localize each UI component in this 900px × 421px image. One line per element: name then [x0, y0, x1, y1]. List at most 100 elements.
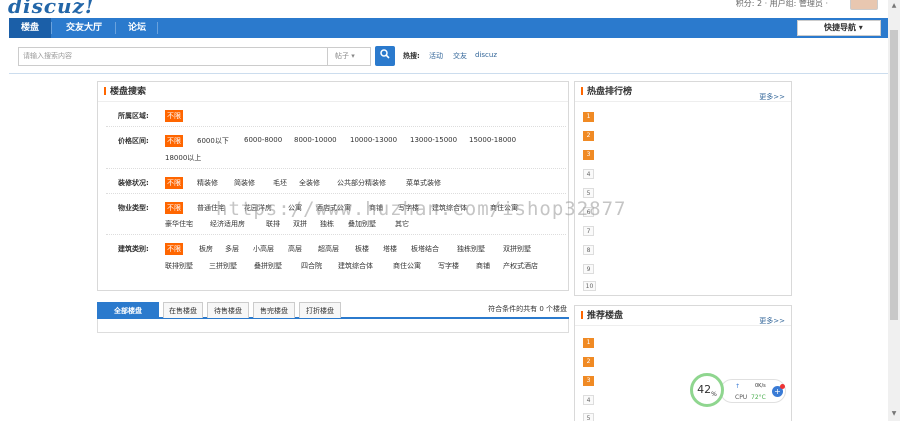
filter-option[interactable]: 双拼	[293, 219, 307, 229]
filter-option[interactable]: 18000以上	[165, 153, 201, 163]
more-link[interactable]: 更多>>	[759, 87, 785, 107]
filter-option[interactable]: 公共部分精装修	[337, 178, 386, 188]
filter-label-decoration: 装修状况:	[118, 179, 149, 187]
filter-option[interactable]: 高层	[288, 244, 302, 254]
filter-option[interactable]: 8000-10000	[294, 136, 337, 144]
cpu-percent: 42	[697, 383, 712, 396]
filter-panel-title: 楼盘搜索	[98, 82, 568, 102]
filter-option[interactable]: 超高层	[318, 244, 339, 254]
filter-option[interactable]: 板房	[199, 244, 213, 254]
filter-option[interactable]: 13000-15000	[410, 136, 457, 144]
avatar[interactable]	[850, 0, 878, 10]
rank-badge: 9	[583, 264, 594, 274]
filter-option[interactable]: 不限	[165, 135, 183, 147]
filter-option[interactable]: 联排	[266, 219, 280, 229]
filter-option[interactable]: 独栋别墅	[457, 244, 485, 254]
tab-sold-out[interactable]: 售完楼盘	[253, 302, 295, 318]
scroll-down-icon[interactable]: ▼	[890, 410, 898, 418]
search-button[interactable]	[375, 46, 395, 66]
filter-option[interactable]: 双拼别墅	[503, 244, 531, 254]
filter-option[interactable]: 塔楼	[383, 244, 397, 254]
filter-option[interactable]: 经济适用房	[210, 219, 245, 229]
nav-divider	[51, 22, 52, 34]
hot-search-link[interactable]: discuz	[475, 51, 497, 59]
page: discuz! 积分: 2 · 用户组: 管理员 · 楼盘 交友大厅 论坛 快捷…	[0, 0, 900, 421]
listing-tabs: 全部楼盘 在售楼盘 待售楼盘 售完楼盘 打折楼盘 符合条件的共有 0 个楼盘	[97, 302, 569, 319]
hot-search-link[interactable]: 活动	[429, 51, 443, 61]
cpu-card: ↑ 0K/s CPU 72°C +	[720, 379, 786, 403]
title-marker	[104, 87, 106, 95]
search-type-select[interactable]: 帖子 ▾	[327, 47, 371, 66]
filter-option[interactable]: 毛坯	[273, 178, 287, 188]
filter-option[interactable]: 商住公寓	[393, 261, 421, 271]
main-nav: 楼盘 交友大厅 论坛 快捷导航 ▾	[9, 18, 889, 38]
filter-option[interactable]: 菜单式装修	[406, 178, 441, 188]
filter-label-property: 物业类型:	[118, 204, 149, 212]
filter-option[interactable]: 独栋	[320, 219, 334, 229]
filter-option[interactable]: 板塔结合	[411, 244, 439, 254]
tab-discount[interactable]: 打折楼盘	[299, 302, 341, 318]
hot-rank-panel: 热盘排行榜 更多>> 1 2 3 4 5 6 7 8 9 10	[574, 81, 792, 296]
filter-option[interactable]: 建筑综合体	[338, 261, 373, 271]
filter-option[interactable]: 15000-18000	[469, 136, 516, 144]
filter-option[interactable]: 不限	[165, 110, 183, 122]
filter-option[interactable]: 产权式酒店	[503, 261, 538, 271]
scroll-thumb[interactable]	[890, 30, 898, 320]
nav-item-forum[interactable]: 论坛	[117, 18, 157, 38]
site-logo[interactable]: discuz!	[8, 0, 95, 18]
filter-option[interactable]: 不限	[165, 177, 183, 189]
filter-option[interactable]: 全装修	[299, 178, 320, 188]
search-input[interactable]: 请输入搜索内容	[18, 47, 328, 66]
cpu-monitor-widget[interactable]: ↑ 0K/s CPU 72°C + 42%	[690, 373, 788, 407]
search-icon	[380, 49, 390, 59]
filter-option[interactable]: 豪华住宅	[165, 219, 193, 229]
filter-label-price: 价格区间:	[118, 137, 149, 145]
user-info[interactable]: 积分: 2 · 用户组: 管理员 ·	[736, 0, 828, 9]
nav-item-jiaoyou[interactable]: 交友大厅	[53, 18, 115, 38]
hot-search-link[interactable]: 交友	[453, 51, 467, 61]
scroll-up-icon[interactable]: ▲	[890, 2, 898, 10]
rank-badge: 5	[583, 188, 594, 198]
search-type-value: 帖子	[335, 52, 349, 60]
filter-option[interactable]: 商铺	[476, 261, 490, 271]
filter-option[interactable]: 板楼	[355, 244, 369, 254]
filter-option[interactable]: 小高层	[253, 244, 274, 254]
filter-option[interactable]: 不限	[165, 202, 183, 214]
filter-option[interactable]: 6000-8000	[244, 136, 282, 144]
filter-option[interactable]: 简装修	[234, 178, 255, 188]
quick-nav-label: 快捷导航	[824, 23, 856, 32]
filter-option[interactable]: 联排别墅	[165, 261, 193, 271]
net-speed: 0K/s	[755, 383, 766, 389]
filter-option[interactable]: 四合院	[301, 261, 322, 271]
filter-option[interactable]: 叠加别墅	[348, 219, 376, 229]
tab-on-sale[interactable]: 在售楼盘	[163, 302, 203, 318]
filter-option[interactable]: 写字楼	[438, 261, 459, 271]
rank-badge: 2	[583, 131, 594, 141]
more-link[interactable]: 更多>>	[759, 311, 785, 331]
result-count: 符合条件的共有 0 个楼盘	[488, 305, 567, 313]
filter-option[interactable]: 多层	[225, 244, 239, 254]
cpu-percent-unit: %	[711, 391, 717, 399]
row-divider	[106, 234, 566, 235]
notification-dot	[780, 384, 785, 389]
filter-option[interactable]: 三拼别墅	[209, 261, 237, 271]
filter-option[interactable]: 精装修	[197, 178, 218, 188]
search-bar: 请输入搜索内容 帖子 ▾ 热搜: 活动 交友 discuz	[9, 40, 889, 74]
filter-panel: 楼盘搜索 所属区域: 不限 价格区间: 不限 6000以下 6000-8000 …	[97, 81, 569, 291]
filter-option[interactable]: 叠拼别墅	[254, 261, 282, 271]
tab-pre-sale[interactable]: 待售楼盘	[207, 302, 249, 318]
rank-badge: 4	[583, 169, 594, 179]
tab-all[interactable]: 全部楼盘	[97, 302, 159, 318]
nav-item-loupan[interactable]: 楼盘	[9, 18, 51, 38]
watermark: https://www.huzhan.com/ishop32877	[216, 198, 627, 220]
rank-badge: 10	[583, 281, 596, 291]
filter-option[interactable]: 10000-13000	[350, 136, 397, 144]
quick-nav-button[interactable]: 快捷导航 ▾	[797, 20, 881, 36]
filter-option[interactable]: 其它	[395, 219, 409, 229]
rank-badge: 1	[583, 338, 594, 348]
title-marker	[581, 311, 583, 319]
filter-option[interactable]: 不限	[165, 243, 183, 255]
row-divider	[106, 168, 566, 169]
filter-option[interactable]: 6000以下	[197, 136, 229, 146]
vertical-scrollbar[interactable]: ▲ ▼	[888, 0, 900, 421]
